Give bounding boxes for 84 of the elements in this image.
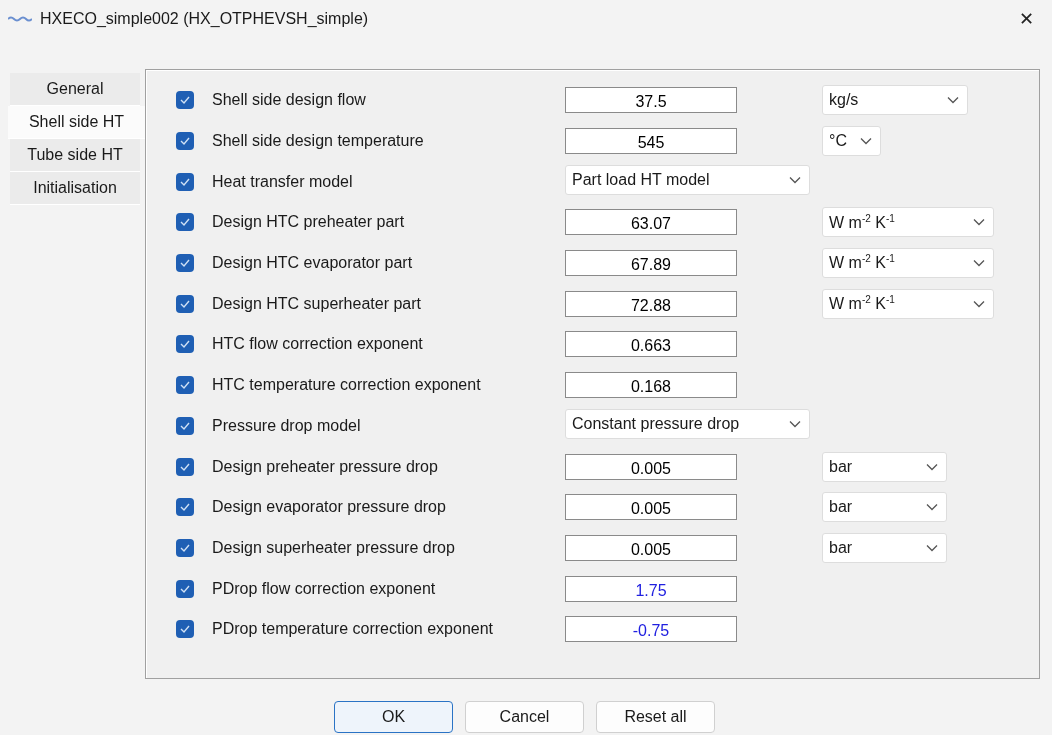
chevron-icon <box>789 175 801 184</box>
parameter-label: Pressure drop model <box>212 416 362 435</box>
parameter-label: Design preheater pressure drop <box>212 457 439 476</box>
checkbox[interactable] <box>176 376 194 395</box>
dialog-button[interactable]: OK <box>334 701 453 733</box>
chevron-icon <box>973 218 985 227</box>
chevron-icon <box>947 96 959 105</box>
checkbox[interactable] <box>176 620 194 639</box>
checkbox[interactable] <box>176 91 194 110</box>
value-field[interactable]: 0.005 <box>565 494 737 521</box>
parameter-label: PDrop flow correction exponent <box>212 579 437 598</box>
parameter-label: Design evaporator pressure drop <box>212 498 447 517</box>
value-field[interactable]: 0.663 <box>565 331 737 358</box>
unit-dropdown[interactable]: kg/s <box>822 85 968 116</box>
parameter-label: HTC temperature correction exponent <box>212 376 482 395</box>
parameter-label: Design HTC preheater part <box>212 213 406 232</box>
chevron-icon <box>860 137 872 146</box>
value-field[interactable]: 0.168 <box>565 372 737 399</box>
parameter-label: Shell side design temperature <box>212 132 425 151</box>
unit-dropdown[interactable]: °C <box>822 126 881 157</box>
checkmark-icon <box>179 217 191 228</box>
checkbox[interactable] <box>176 132 194 151</box>
checkmark-icon <box>179 339 191 350</box>
value-field[interactable]: 63.07 <box>565 209 737 236</box>
model-dropdown[interactable]: Part load HT model <box>565 164 810 195</box>
parameter-label: Design HTC superheater part <box>212 294 422 313</box>
checkmark-icon <box>179 176 191 187</box>
value-field[interactable]: 37.5 <box>565 87 737 114</box>
value-field[interactable]: 1.75 <box>565 575 737 602</box>
unit-dropdown[interactable]: bar <box>822 451 947 482</box>
value-field[interactable]: 67.89 <box>565 250 737 277</box>
parameter-label: Design superheater pressure drop <box>212 538 456 557</box>
value-field[interactable]: 0.005 <box>565 534 737 561</box>
tab[interactable]: General <box>10 73 140 106</box>
app-icon <box>8 15 32 22</box>
parameter-label: Heat transfer model <box>212 172 354 191</box>
checkmark-icon <box>179 258 191 269</box>
checkmark-icon <box>179 542 191 553</box>
tab[interactable]: Tube side HT <box>10 139 140 172</box>
value-field[interactable]: 0.005 <box>565 453 737 480</box>
checkbox[interactable] <box>176 294 194 313</box>
window-title: HXECO_simple002 (HX_OTPHEVSH_simple) <box>40 9 370 28</box>
checkmark-icon <box>179 136 191 147</box>
checkmark-icon <box>179 502 191 513</box>
chevron-icon <box>926 503 938 512</box>
value-field[interactable]: -0.75 <box>565 616 737 643</box>
checkmark-icon <box>179 583 191 594</box>
dialog-button[interactable]: Reset all <box>596 701 715 733</box>
checkbox[interactable] <box>176 213 194 232</box>
parameter-label: Shell side design flow <box>212 91 367 110</box>
parameter-label: Design HTC evaporator part <box>212 254 414 273</box>
checkbox[interactable] <box>176 579 194 598</box>
checkmark-icon <box>179 380 191 391</box>
checkbox[interactable] <box>176 498 194 517</box>
value-field[interactable]: 72.88 <box>565 290 737 317</box>
checkmark-icon <box>179 95 191 106</box>
unit-dropdown[interactable]: W m$^{-2}$ K$^{-1}$ <box>822 248 994 279</box>
tab[interactable]: Shell side HT <box>8 106 145 139</box>
checkmark-icon <box>179 298 191 309</box>
chevron-icon <box>973 259 985 268</box>
checkmark-icon <box>179 420 191 431</box>
dialog-button[interactable]: Cancel <box>465 701 584 733</box>
unit-dropdown[interactable]: bar <box>822 492 947 523</box>
unit-dropdown[interactable]: bar <box>822 532 947 563</box>
model-dropdown[interactable]: Constant pressure drop <box>565 408 810 439</box>
unit-dropdown[interactable]: W m$^{-2}$ K$^{-1}$ <box>822 288 994 319</box>
checkbox[interactable] <box>176 335 194 354</box>
chevron-icon <box>926 543 938 552</box>
value-field[interactable]: 545 <box>565 128 737 155</box>
chevron-icon <box>926 462 938 471</box>
checkbox[interactable] <box>176 416 194 435</box>
tab[interactable]: Initialisation <box>10 172 140 205</box>
checkbox[interactable] <box>176 172 194 191</box>
checkbox[interactable] <box>176 538 194 557</box>
unit-dropdown[interactable]: W m$^{-2}$ K$^{-1}$ <box>822 207 994 238</box>
parameter-label: HTC flow correction exponent <box>212 335 424 354</box>
checkbox[interactable] <box>176 457 194 476</box>
checkmark-icon <box>179 624 191 635</box>
close-button[interactable]: ✕ <box>1013 5 1040 32</box>
chevron-icon <box>973 299 985 308</box>
parameter-label: PDrop temperature correction exponent <box>212 620 495 639</box>
checkbox[interactable] <box>176 254 194 273</box>
chevron-icon <box>789 419 801 428</box>
checkmark-icon <box>179 461 191 472</box>
